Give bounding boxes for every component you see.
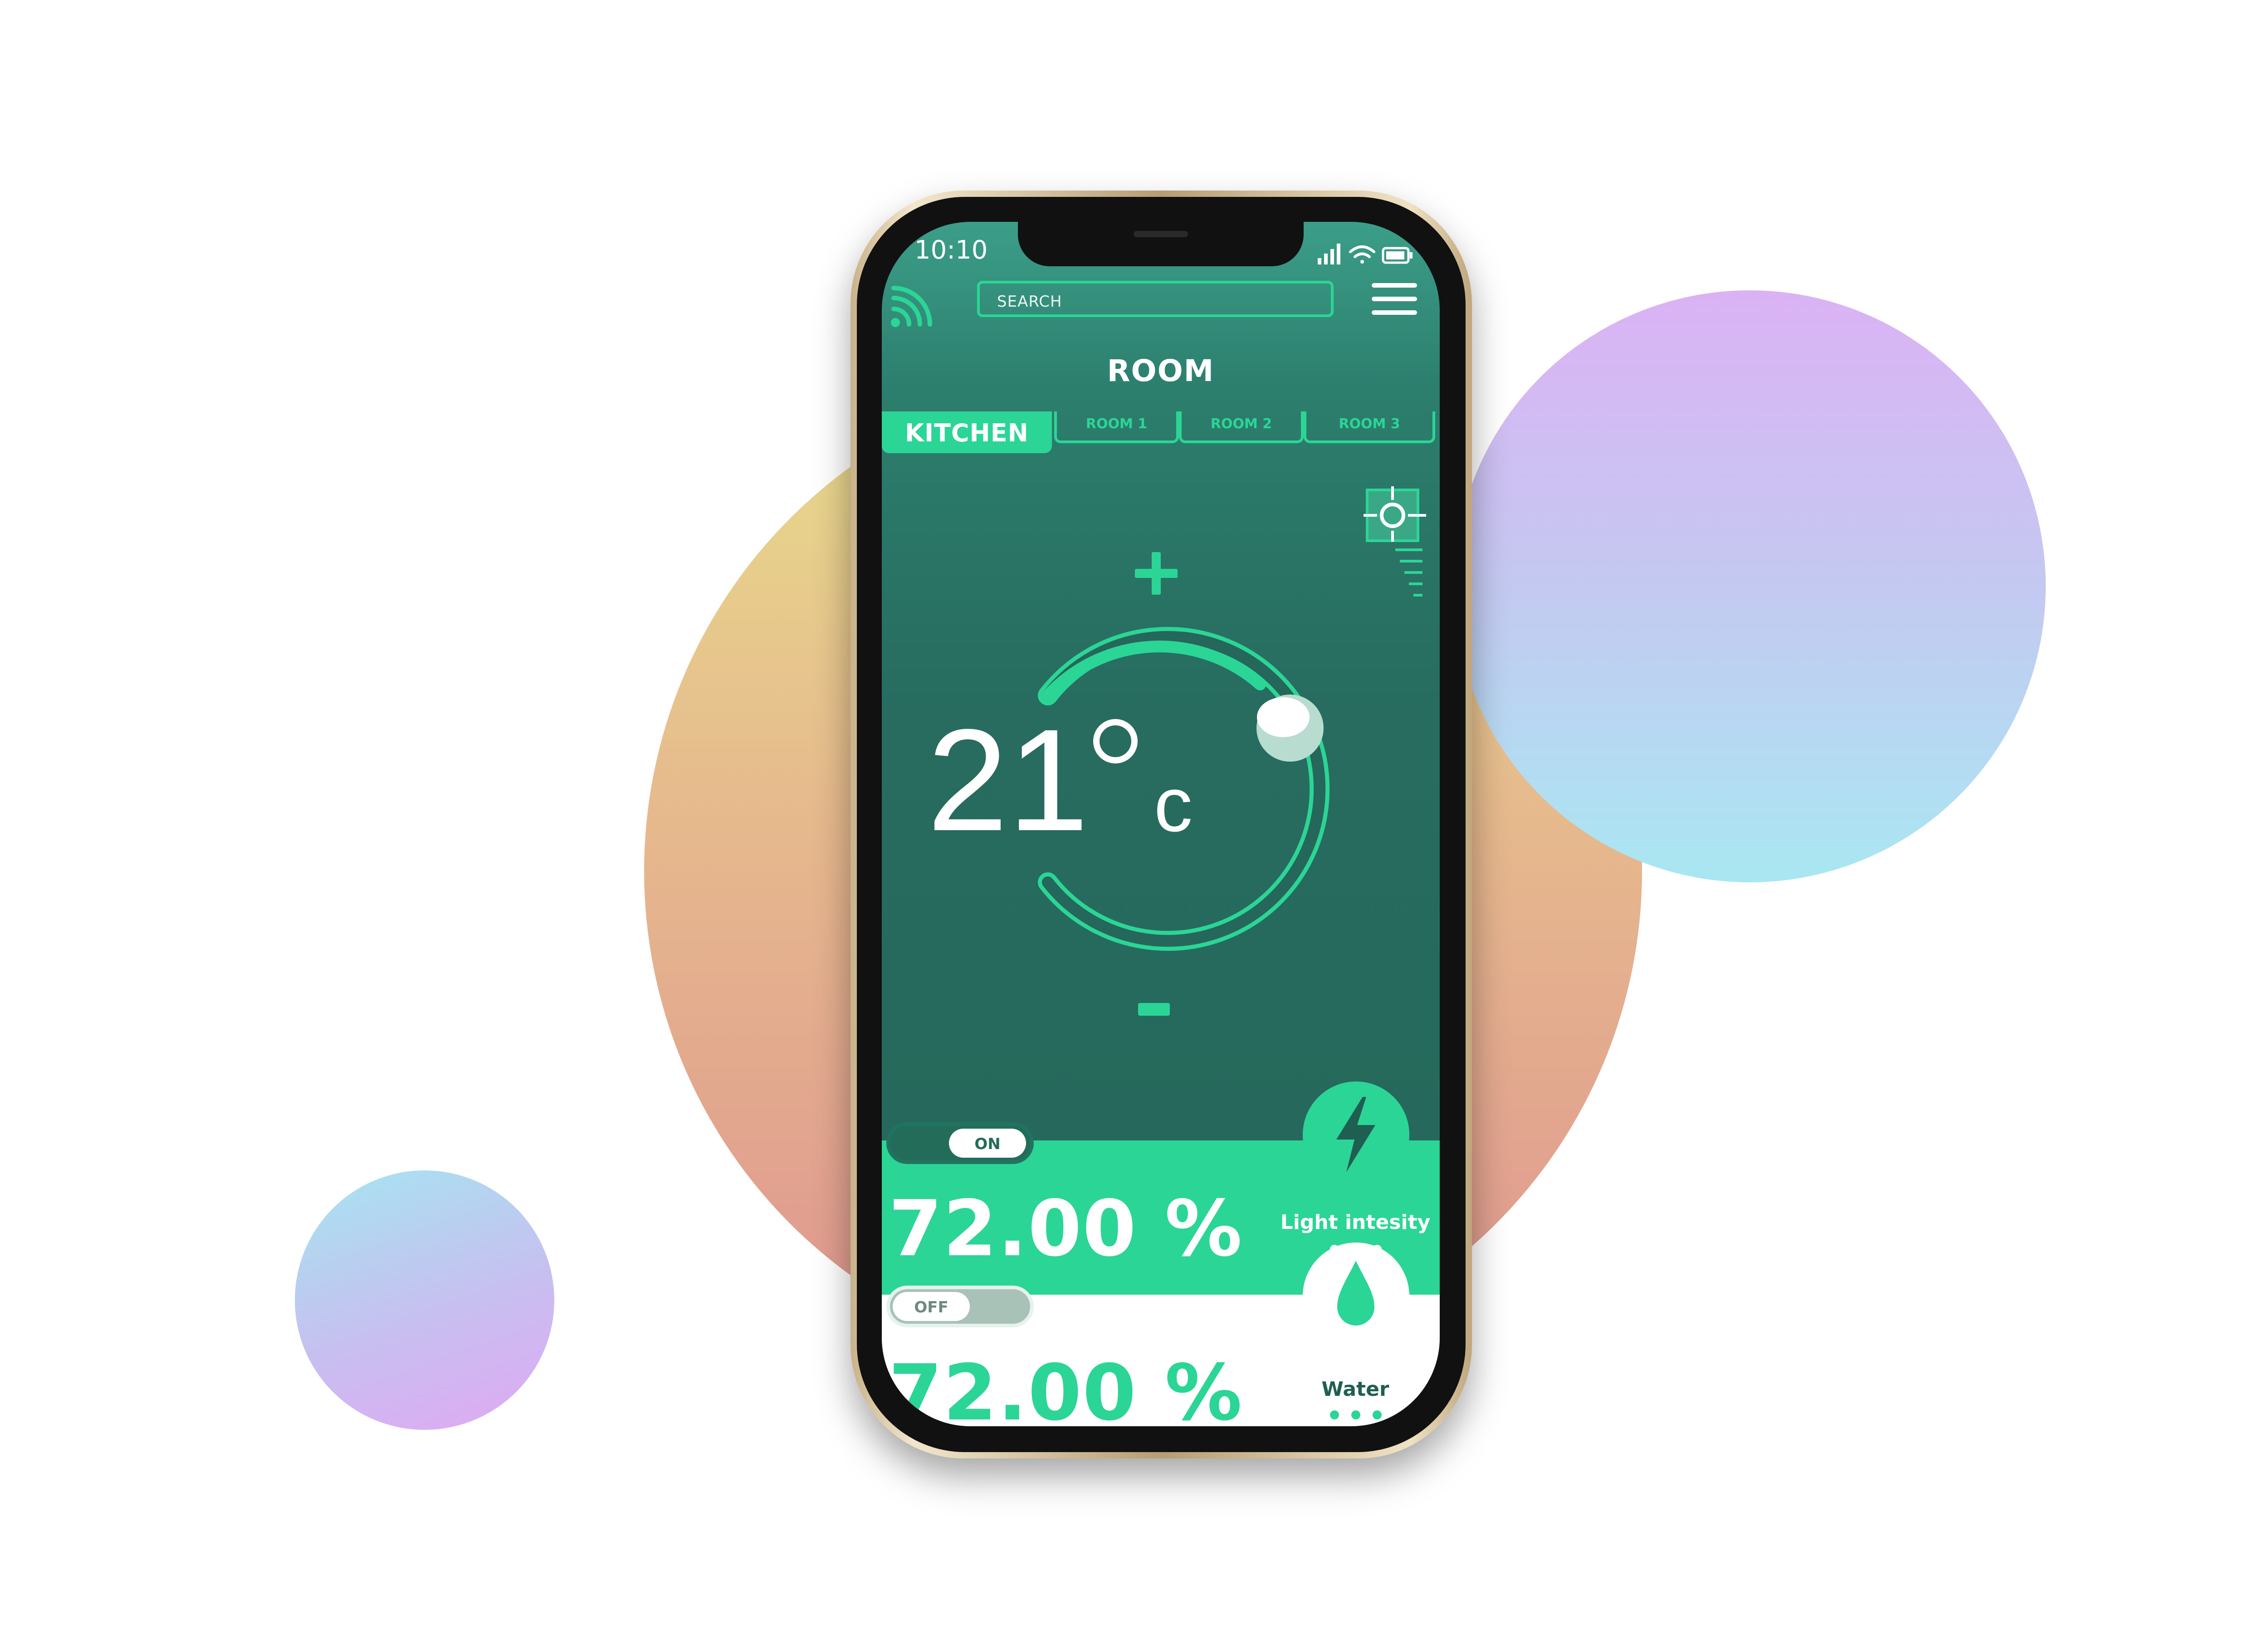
phone-frame: 10:10 SEARCH ROOM KITCHEN ROOM 1 ROOM 2 … (850, 191, 1472, 1458)
degree-symbol-icon (1093, 719, 1138, 763)
signal-icon (1318, 244, 1340, 264)
water-toggle-knob: OFF (893, 1292, 970, 1321)
connection-icon[interactable] (887, 285, 933, 331)
app-screen: 10:10 SEARCH ROOM KITCHEN ROOM 1 ROOM 2 … (882, 222, 1440, 1426)
light-toggle-label: ON (974, 1135, 1001, 1153)
search-input[interactable]: SEARCH (977, 281, 1334, 317)
water-toggle-label: OFF (914, 1298, 948, 1316)
dial-knob (1256, 695, 1324, 762)
status-time: 10:10 (914, 235, 988, 265)
wifi-icon (1349, 245, 1375, 264)
water-label: Water (1321, 1378, 1389, 1401)
tab-kitchen-label: KITCHEN (905, 419, 1029, 447)
temperature-unit: c (1154, 762, 1193, 848)
water-toggle[interactable]: OFF (886, 1286, 1034, 1327)
light-intensity-label: Light intesity (1280, 1211, 1431, 1234)
increase-temperature-icon[interactable] (1131, 548, 1181, 598)
speaker-grille (1134, 231, 1188, 237)
decrease-temperature-icon[interactable] (1138, 1003, 1170, 1016)
battery-icon (1382, 247, 1413, 264)
search-placeholder: SEARCH (997, 293, 1062, 311)
water-value: 72.00 % (889, 1348, 1243, 1426)
water-more-dots-icon[interactable] (1326, 1410, 1385, 1419)
light-intensity-value: 72.00 % (889, 1184, 1243, 1274)
tab-room-1-label: ROOM 1 (1085, 416, 1148, 432)
tab-room-2[interactable]: ROOM 2 (1179, 411, 1304, 443)
tab-room-2-label: ROOM 2 (1210, 416, 1272, 432)
temperature-value: 21 (927, 699, 1089, 861)
tab-kitchen[interactable]: KITCHEN (882, 411, 1052, 453)
light-toggle-knob: ON (949, 1129, 1026, 1158)
room-tabs: KITCHEN ROOM 1 ROOM 2 ROOM 3 (882, 411, 1440, 457)
tab-room-3-label: ROOM 3 (1339, 416, 1400, 432)
hamburger-menu-icon[interactable] (1372, 283, 1417, 316)
background-circle-right (1454, 290, 2046, 882)
status-icons (1318, 244, 1413, 264)
water-drop-icon (1337, 1261, 1374, 1326)
tab-room-1[interactable]: ROOM 1 (1054, 411, 1179, 443)
tab-room-3[interactable]: ROOM 3 (1304, 411, 1435, 443)
light-badge (1303, 1081, 1409, 1188)
focus-target-icon[interactable] (1364, 486, 1427, 604)
water-badge (1303, 1243, 1409, 1349)
page-title: ROOM (1107, 353, 1215, 388)
phone-notch (1018, 222, 1304, 266)
background-circle-small (295, 1170, 554, 1430)
phone-bezel: 10:10 SEARCH ROOM KITCHEN ROOM 1 ROOM 2 … (857, 197, 1466, 1452)
light-toggle[interactable]: ON (886, 1122, 1034, 1164)
lightning-icon (1336, 1097, 1375, 1172)
